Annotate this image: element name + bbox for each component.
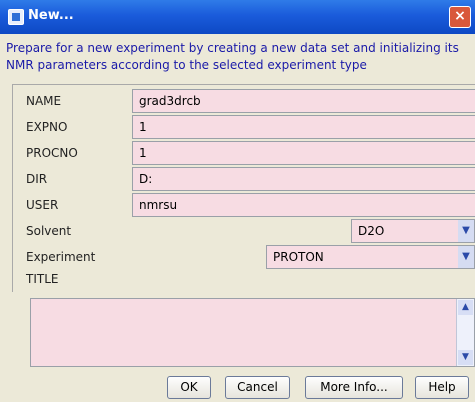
description-text: Prepare for a new experiment by creating… bbox=[6, 41, 459, 72]
chevron-down-icon[interactable]: ▼ bbox=[458, 246, 474, 268]
user-field[interactable]: nmrsu bbox=[132, 193, 475, 217]
procno-field[interactable]: 1 bbox=[132, 141, 475, 165]
scroll-down-icon[interactable]: ▼ bbox=[458, 350, 473, 365]
dir-field[interactable]: D: bbox=[132, 167, 475, 191]
title-label: TITLE bbox=[26, 272, 59, 286]
dir-label: DIR bbox=[26, 172, 48, 186]
window-app-icon bbox=[8, 9, 24, 25]
user-label: USER bbox=[26, 198, 59, 212]
scroll-up-icon[interactable]: ▲ bbox=[458, 300, 473, 315]
name-label: NAME bbox=[26, 94, 62, 108]
solvent-select[interactable]: D2O ▼ bbox=[351, 219, 475, 243]
solvent-row: Solvent D2O ▼ bbox=[14, 218, 475, 244]
experiment-value: PROTON bbox=[273, 250, 324, 264]
textarea-scrollbar[interactable]: ▲ ▼ bbox=[456, 299, 474, 366]
experiment-label: Experiment bbox=[26, 250, 96, 264]
name-field[interactable]: grad3drcb bbox=[132, 89, 475, 113]
solvent-value: D2O bbox=[358, 224, 385, 238]
solvent-label: Solvent bbox=[26, 224, 72, 238]
dir-row: DIR D: bbox=[14, 166, 475, 192]
procno-row: PROCNO 1 bbox=[14, 140, 475, 166]
button-bar: OK Cancel More Info... Help bbox=[0, 376, 475, 400]
expno-row: EXPNO 1 bbox=[14, 114, 475, 140]
close-icon: × bbox=[454, 8, 466, 24]
help-button[interactable]: Help bbox=[415, 376, 469, 399]
more-info-button[interactable]: More Info... bbox=[305, 376, 403, 399]
chevron-down-icon[interactable]: ▼ bbox=[458, 220, 474, 242]
ok-button[interactable]: OK bbox=[167, 376, 211, 399]
procno-label: PROCNO bbox=[26, 146, 78, 160]
title-textarea[interactable]: ▲ ▼ bbox=[30, 298, 475, 367]
window-title: New... bbox=[28, 8, 74, 23]
name-row: NAME grad3drcb bbox=[14, 88, 475, 114]
user-row: USER nmrsu bbox=[14, 192, 475, 218]
cancel-button[interactable]: Cancel bbox=[225, 376, 290, 399]
expno-field[interactable]: 1 bbox=[132, 115, 475, 139]
close-button[interactable]: × bbox=[449, 6, 471, 28]
title-row: TITLE bbox=[14, 266, 475, 292]
title-bar: New... × bbox=[0, 0, 475, 34]
expno-label: EXPNO bbox=[26, 120, 68, 134]
